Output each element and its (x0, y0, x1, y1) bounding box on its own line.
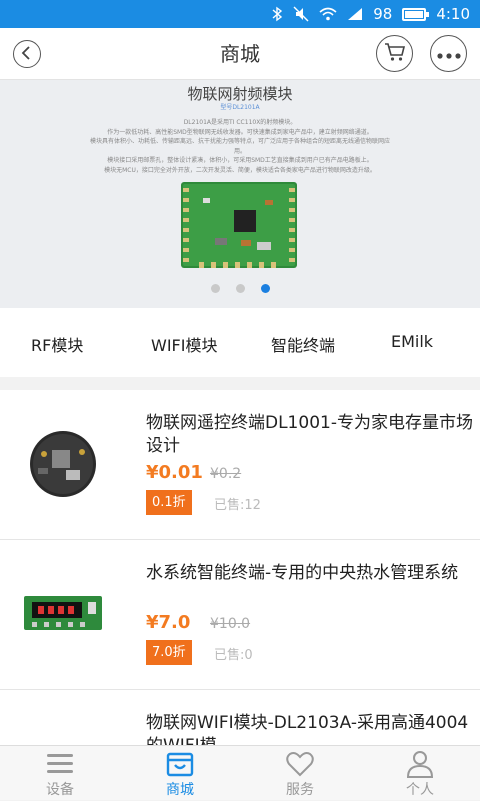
banner-description-line: 模块接口采用邮票孔，整体设计紧凑，体积小，可采用SMD工艺直接集成到用户已有产品… (107, 157, 373, 164)
menu-icon (45, 750, 75, 778)
battery-percent: 98 (373, 5, 393, 23)
banner-carousel[interactable]: 物联网射频模块 型号DL2101A DL2101A是采用TI CC110X的射频… (0, 80, 480, 308)
battery-icon (402, 7, 430, 21)
product-old-price: ¥0.2 (210, 466, 242, 482)
mute-icon (293, 6, 309, 22)
bluetooth-icon (271, 6, 283, 22)
carousel-dot-active[interactable] (260, 284, 270, 293)
person-icon (405, 750, 435, 778)
banner-description: DL2101A是采用TI CC110X的射频模块。 作为一款低功耗、高性能SMD… (85, 118, 395, 175)
product-price: ¥7.0 (146, 612, 191, 633)
banner-description-line: DL2101A是采用TI CC110X的射频模块。 (183, 119, 297, 126)
sold-count: 已售:12 (214, 498, 261, 513)
category-emilk[interactable]: EMilk (391, 332, 433, 351)
product-item[interactable]: 物联网遥控终端DL1001-专为家电存量市场设计 ¥0.01 ¥0.2 0.1折… (0, 390, 480, 540)
wifi-icon (319, 7, 337, 21)
tab-store[interactable]: 商城 (120, 746, 240, 801)
tab-service[interactable]: 服务 (240, 746, 360, 801)
store-icon (165, 750, 195, 778)
clock-time: 4:10 (436, 5, 470, 23)
category-terminal[interactable]: 智能终端 (271, 332, 335, 356)
carousel-dot[interactable] (210, 284, 220, 293)
cart-button[interactable] (376, 35, 413, 72)
banner-description-line: 模块具有体积小、功耗低、传输距离远、抗干扰能力强等特点，可广泛应用于各种组合的短… (89, 138, 390, 155)
category-rf[interactable]: RF模块 (31, 332, 83, 356)
product-item[interactable]: 物联网WIFI模块-DL2103A-采用高通4004的WIFI模 (0, 690, 480, 745)
banner-title: 物联网射频模块 (187, 85, 293, 103)
rf-module-image (179, 180, 299, 270)
heart-icon (285, 750, 315, 778)
signal-icon (347, 7, 363, 21)
product-item[interactable]: 水系统智能终端-专用的中央热水管理系统 ¥7.0 ¥10.0 7.0折 已售:0 (0, 540, 480, 690)
status-bar: 98 4:10 (0, 0, 480, 28)
carousel-dots (0, 284, 480, 293)
product-name: 水系统智能终端-专用的中央热水管理系统 (146, 563, 459, 583)
discount-badge: 0.1折 (146, 490, 192, 515)
tab-label: 设备 (46, 782, 74, 798)
more-icon (436, 44, 461, 63)
bottom-tab-bar: 设备 商城 服务 个人 (0, 745, 480, 800)
cart-icon (384, 42, 406, 66)
product-image (22, 578, 104, 650)
product-list: 物联网遥控终端DL1001-专为家电存量市场设计 ¥0.01 ¥0.2 0.1折… (0, 390, 480, 745)
banner-subtitle: 型号DL2101A (220, 104, 260, 111)
tab-label: 商城 (166, 782, 194, 798)
discount-badge: 7.0折 (146, 640, 192, 665)
category-bar: RF模块 WIFI模块 智能终端 EMilk (0, 308, 480, 377)
tab-label: 个人 (406, 782, 434, 798)
tab-label: 服务 (286, 782, 314, 798)
more-button[interactable] (430, 35, 467, 72)
product-price: ¥0.01 (146, 462, 203, 483)
product-name: 物联网WIFI模块-DL2103A-采用高通4004的WIFI模 (146, 713, 469, 745)
category-wifi[interactable]: WIFI模块 (151, 332, 217, 356)
product-image (22, 428, 104, 500)
product-name: 物联网遥控终端DL1001-专为家电存量市场设计 (146, 413, 473, 456)
tab-profile[interactable]: 个人 (360, 746, 480, 801)
top-bar: 商城 (0, 28, 480, 80)
banner-description-line: 模块无MCU，接口完全对外开放，二次开发灵活、简便，模块适合各类家电产品进行物联… (104, 166, 376, 174)
product-old-price: ¥10.0 (210, 616, 251, 632)
sold-count: 已售:0 (214, 648, 253, 663)
banner-description-line: 作为一款低功耗、高性能SMD型物联网无线收发器。可快速集成到家电产品中，建立射频… (107, 128, 373, 136)
tab-devices[interactable]: 设备 (0, 746, 120, 801)
carousel-dot[interactable] (235, 284, 245, 293)
